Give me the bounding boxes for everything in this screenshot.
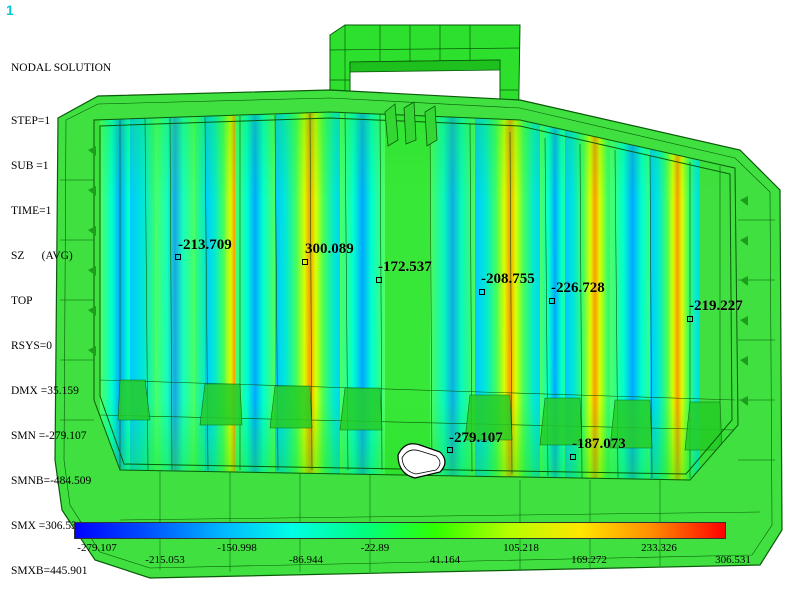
colorbar-tick: 169.272 — [571, 554, 607, 566]
probe-marker — [570, 454, 576, 460]
probe-marker — [479, 289, 485, 295]
colorbar-tick: 41.164 — [429, 554, 461, 566]
info-step: STEP=1 — [11, 115, 51, 127]
probe-marker — [687, 316, 693, 322]
nodal-solution-info: NODAL SOLUTION STEP=1 SUB =1 TIME=1 SZ (… — [11, 31, 111, 594]
info-title: NODAL SOLUTION — [11, 62, 112, 74]
probe-label: 300.089 — [305, 241, 354, 257]
colorbar-tick: -86.944 — [289, 554, 323, 566]
probe-marker — [376, 277, 382, 283]
colorbar-tick: -279.107 — [77, 542, 117, 554]
probe-marker — [302, 259, 308, 265]
info-sub: SUB =1 — [11, 160, 49, 172]
window-number: 1 — [6, 2, 14, 18]
probe-label: -219.227 — [689, 298, 743, 314]
probe-label: -187.073 — [572, 436, 626, 452]
colorbar-tick: -215.053 — [145, 554, 185, 566]
colorbar-tick: -150.998 — [217, 542, 257, 554]
probe-label: -208.755 — [481, 271, 535, 287]
contour-colorbar — [74, 522, 726, 539]
model-viewport[interactable] — [0, 0, 800, 600]
info-time: TIME=1 — [11, 205, 52, 217]
probe-label: -226.728 — [551, 280, 605, 296]
info-rsys: RSYS=0 — [11, 340, 53, 352]
probe-marker — [549, 298, 555, 304]
probe-label: -279.107 — [449, 430, 503, 446]
colorbar-tick: 105.218 — [503, 542, 539, 554]
info-smnb: SMNB=-484.509 — [11, 475, 92, 487]
colorbar-tick: 233.326 — [641, 542, 677, 554]
probe-label: -172.537 — [378, 259, 432, 275]
info-smn: SMN =-279.107 — [11, 430, 87, 442]
colorbar-tick: -22.89 — [360, 542, 390, 554]
info-sz: SZ (AVG) — [11, 250, 73, 262]
probe-label: -213.709 — [178, 237, 232, 253]
probe-marker — [447, 447, 453, 453]
probe-marker — [175, 254, 181, 260]
info-smxb: SMXB=445.901 — [11, 565, 88, 577]
inner-panel-contours — [94, 112, 738, 480]
colorbar-tick: 306.531 — [715, 554, 751, 566]
info-dmx: DMX =35.159 — [11, 385, 79, 397]
info-top: TOP — [11, 295, 33, 307]
